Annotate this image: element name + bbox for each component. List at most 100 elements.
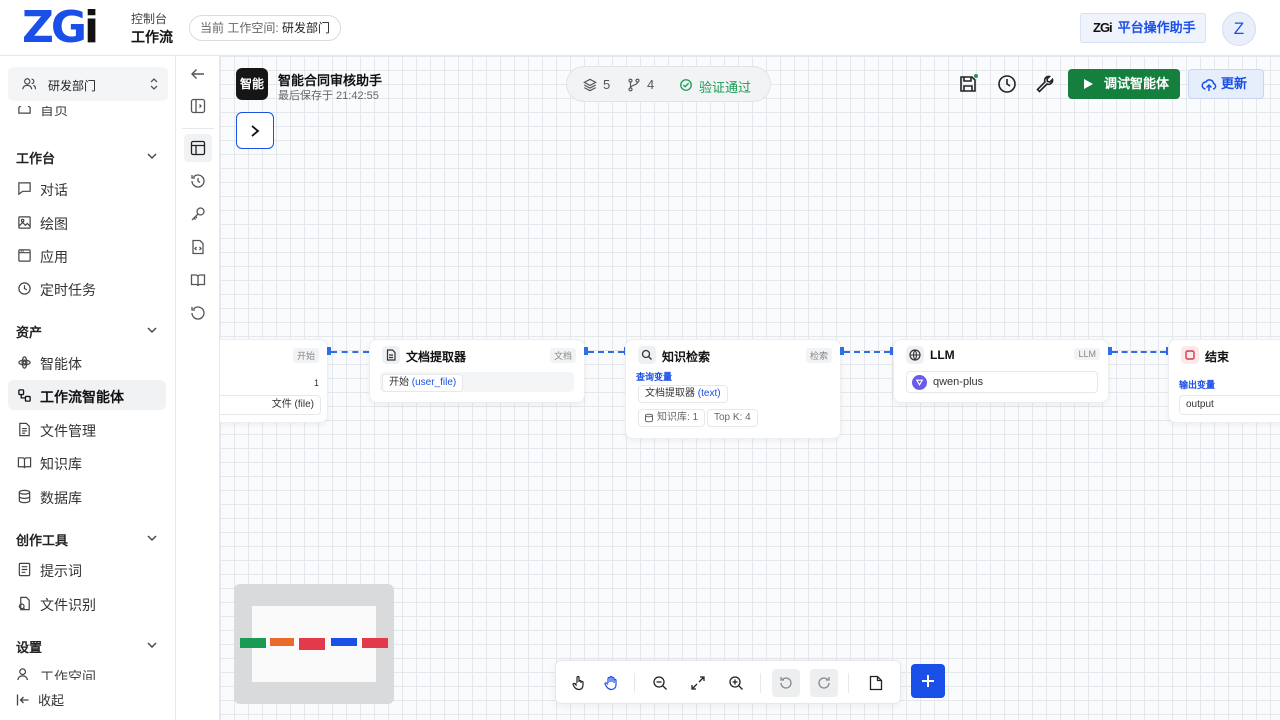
redo-button[interactable]	[810, 669, 838, 697]
clock-icon[interactable]	[997, 74, 1017, 94]
workspace-pill[interactable]: 当前 工作空间: 研发部门	[189, 15, 342, 41]
key-icon	[191, 207, 205, 221]
check-circle-icon	[680, 79, 692, 91]
pointer-hand-icon	[572, 675, 584, 691]
sidebar-item-chat[interactable]: 对话	[8, 173, 166, 203]
sidebar-item-apps[interactable]: 应用	[8, 240, 166, 270]
clock-icon	[18, 282, 31, 295]
cloud-upload-icon	[1201, 79, 1217, 91]
section-title: 工作流	[131, 29, 173, 45]
save-icon[interactable]	[958, 74, 978, 94]
note-button[interactable]	[862, 669, 890, 697]
workflow-icon	[18, 389, 31, 402]
edge-start-extract	[331, 351, 369, 353]
sidebar: 研发部门 首页 工作台 对话 绘图 应用 定时任务 资产 智能体 工作流智能体 …	[0, 56, 176, 720]
output-var: output	[1179, 395, 1280, 415]
sidebar-item-database[interactable]: 数据库	[8, 481, 166, 511]
agent-badge: 智能	[236, 68, 268, 100]
chevron-down-icon[interactable]	[146, 150, 158, 162]
sidebar-item-files[interactable]: 文件管理	[8, 414, 166, 444]
fit-view-button[interactable]	[684, 669, 712, 697]
edge-search-llm	[844, 351, 890, 353]
zoom-out-icon	[653, 676, 667, 690]
debug-agent-button[interactable]: 调试智能体	[1068, 69, 1180, 99]
validation-status: 验证通过	[699, 80, 752, 95]
minimap-node	[240, 638, 266, 648]
search-icon	[638, 346, 656, 364]
section-workbench[interactable]: 工作台	[16, 148, 55, 167]
undo-button[interactable]	[772, 669, 800, 697]
layout-button[interactable]	[184, 134, 212, 162]
workflow-canvas[interactable]: 智能 智能合同审核助手 最后保存于 21:42:55 5 4 验证通过 调试智能…	[220, 56, 1280, 720]
history-icon	[191, 174, 205, 188]
query-var: 文档提取器 (text)	[638, 385, 728, 403]
zgi-logo[interactable]: ZGi	[22, 6, 99, 50]
panel-toggle-button[interactable]	[184, 92, 212, 120]
history-button[interactable]	[184, 167, 212, 195]
back-button[interactable]	[184, 60, 212, 88]
database-icon	[645, 413, 653, 423]
pointer-mode-button[interactable]	[565, 669, 593, 697]
node-knowledge-search[interactable]: 知识检索 检索 查询变量 文档提取器 (text) 知识库: 1 Top K: …	[625, 339, 841, 439]
reset-button[interactable]	[184, 299, 212, 327]
sidebar-item-agents[interactable]: 智能体	[8, 347, 166, 377]
browser-icon	[18, 249, 31, 262]
collapse-left-icon	[16, 694, 29, 706]
edge-llm-end	[1112, 351, 1166, 353]
minimap-node	[270, 638, 294, 646]
avatar[interactable]: Z	[1222, 12, 1256, 46]
pan-mode-button[interactable]	[597, 669, 625, 697]
minimap-node	[331, 638, 357, 646]
sidebar-item-drawing[interactable]: 绘图	[8, 207, 166, 237]
node-llm[interactable]: LLM LLM qwen-plus	[893, 339, 1109, 403]
tool-column	[176, 56, 220, 720]
update-button[interactable]: 更新	[1188, 69, 1264, 99]
sidebar-item-workflow-agents[interactable]: 工作流智能体	[8, 380, 166, 410]
section-settings[interactable]: 设置	[16, 637, 42, 656]
platform-assistant-button[interactable]: ZGi 平台操作助手	[1080, 13, 1206, 43]
sidebar-item-knowledge[interactable]: 知识库	[8, 447, 166, 477]
home-icon	[18, 106, 31, 114]
sticky-note-icon	[869, 675, 883, 691]
hand-icon	[604, 675, 617, 691]
branch-icon	[628, 78, 640, 92]
chevron-down-icon[interactable]	[146, 532, 158, 544]
chevron-down-icon[interactable]	[146, 324, 158, 336]
input-var: 开始 (user_file)	[382, 374, 464, 392]
users-icon	[17, 668, 28, 680]
node-end[interactable]: 结束 输出变量 output	[1168, 339, 1280, 423]
code-file-button[interactable]	[184, 233, 212, 261]
chevron-down-icon[interactable]	[146, 639, 158, 651]
minimap[interactable]	[234, 584, 394, 704]
redo-icon	[818, 677, 830, 689]
collapse-button[interactable]: 收起	[16, 690, 64, 709]
book-open-icon	[190, 274, 206, 287]
section-creation-tools[interactable]: 创作工具	[16, 530, 68, 549]
add-node-button[interactable]	[911, 664, 945, 698]
wrench-icon[interactable]	[1035, 74, 1055, 94]
model-selector[interactable]: qwen-plus	[906, 371, 1098, 393]
sidebar-item-scheduled[interactable]: 定时任务	[8, 273, 166, 303]
file-icon	[19, 422, 30, 437]
docs-button[interactable]	[184, 266, 212, 294]
zoom-in-icon	[729, 676, 743, 690]
layers-icon	[583, 78, 597, 92]
arrow-left-icon	[191, 69, 204, 79]
sidebar-item-file-recognition[interactable]: 文件识别	[8, 588, 166, 618]
file-text-icon	[382, 346, 400, 364]
expand-panel-button[interactable]	[236, 112, 274, 149]
sidebar-item-workspace[interactable]: 工作空间	[8, 662, 166, 680]
topk-value: Top K: 4	[707, 409, 758, 427]
section-assets[interactable]: 资产	[16, 322, 42, 341]
book-icon	[17, 457, 32, 469]
org-selector[interactable]: 研发部门	[8, 67, 168, 101]
zoom-in-button[interactable]	[722, 669, 750, 697]
last-saved: 最后保存于 21:42:55	[278, 90, 379, 102]
node-doc-extractor[interactable]: 文档提取器 文档 开始 (user_file)	[369, 339, 585, 403]
zoom-out-button[interactable]	[646, 669, 674, 697]
chevron-right-icon	[251, 125, 260, 137]
sidebar-item-prompts[interactable]: 提示词	[8, 554, 166, 584]
chat-icon	[18, 182, 31, 196]
node-start[interactable]: 开始 1 文件 (file)	[220, 339, 328, 423]
key-button[interactable]	[184, 200, 212, 228]
